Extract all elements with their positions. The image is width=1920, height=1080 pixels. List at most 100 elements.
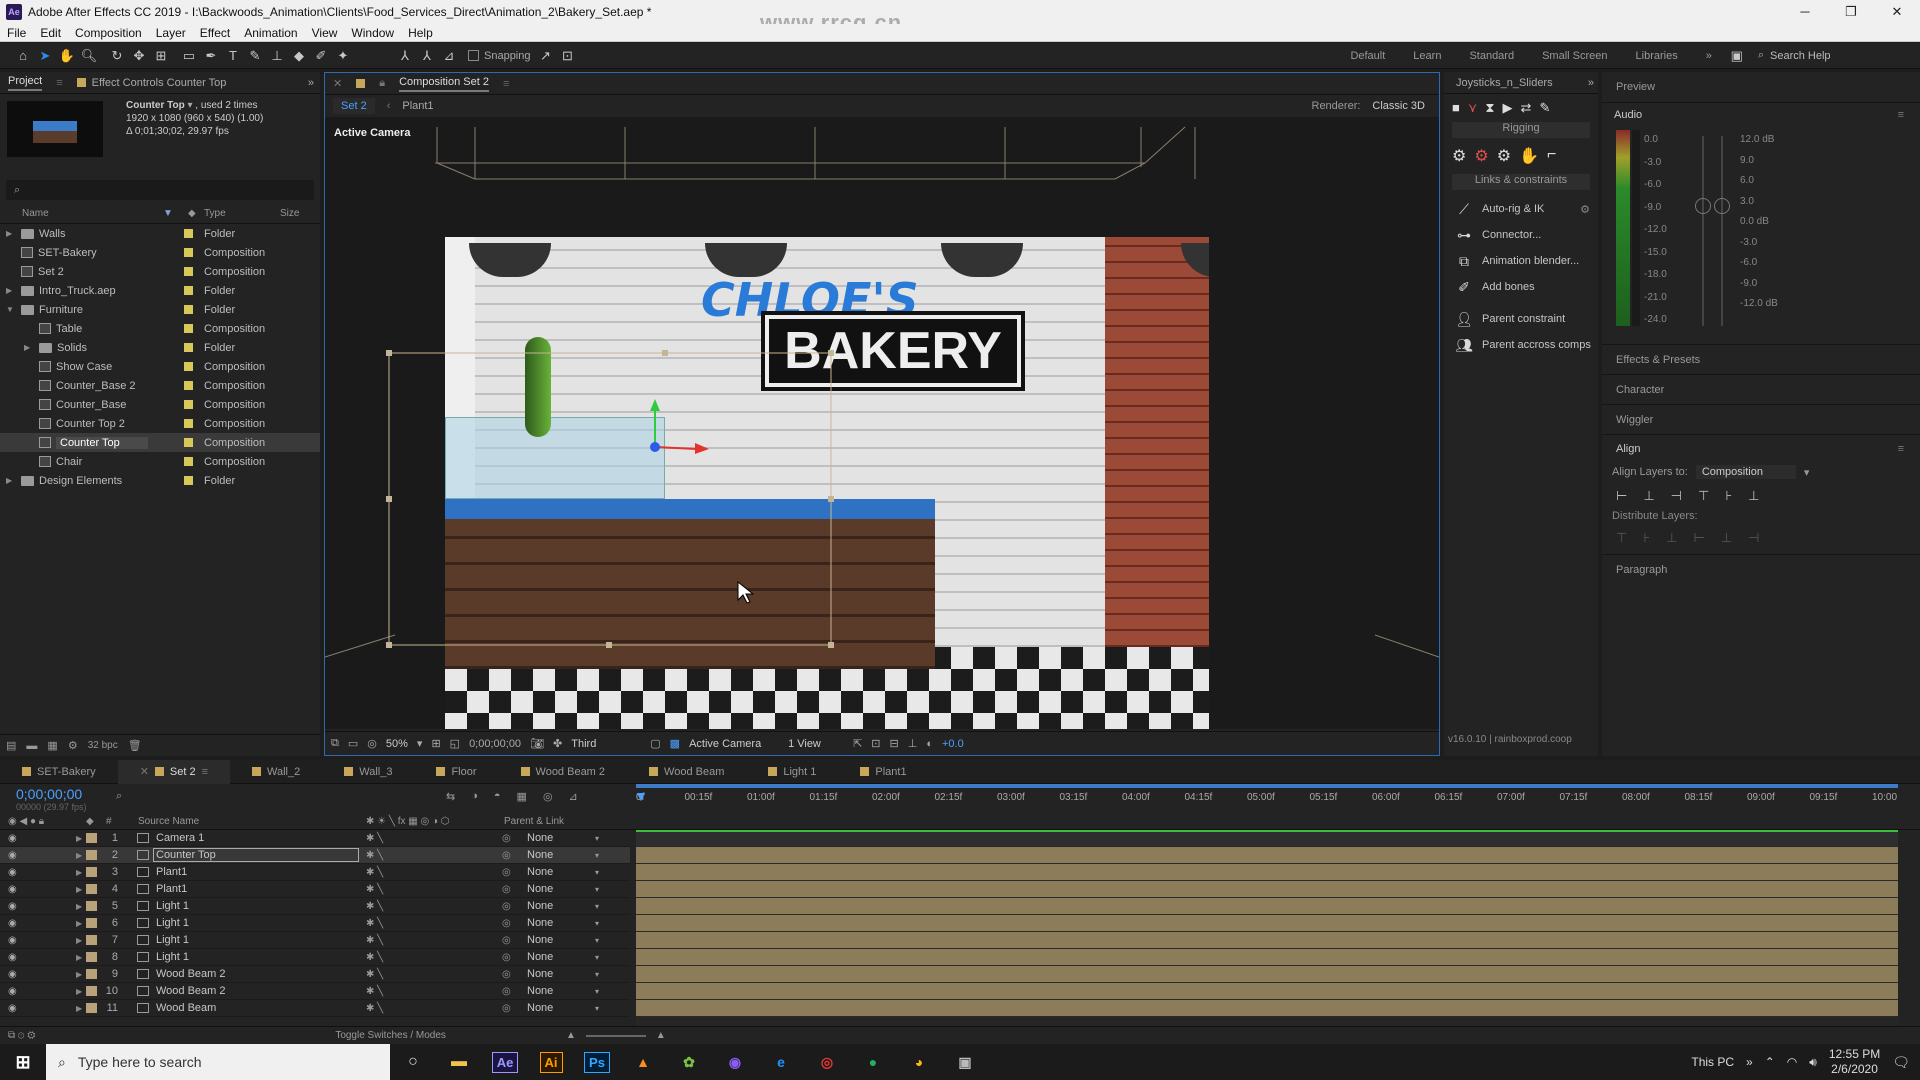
source-name-header[interactable]: Source Name <box>138 816 199 827</box>
wiggler-section[interactable]: Wiggler <box>1602 404 1920 434</box>
align-right-icon[interactable]: ⊣ <box>1671 488 1682 504</box>
layer-name[interactable]: Plant1 <box>156 883 187 895</box>
visibility-eye-icon[interactable]: ◉ <box>8 952 17 963</box>
align-left-icon[interactable]: ⊢ <box>1616 488 1627 504</box>
chevron-down-icon[interactable]: ▾ <box>595 919 599 928</box>
chevron-down-icon[interactable]: ▾ <box>595 953 599 962</box>
grid-icon[interactable]: ⊞ <box>431 737 440 750</box>
align-to-dropdown[interactable]: Composition <box>1695 465 1796 479</box>
snap-grid-icon[interactable]: ⊡ <box>557 45 579 67</box>
layer-name[interactable]: Wood Beam 2 <box>156 968 226 980</box>
new-folder-icon[interactable]: ▬ <box>26 740 37 752</box>
expand-arrow-icon[interactable]: ▶ <box>6 286 16 295</box>
label-color-swatch[interactable] <box>184 286 193 295</box>
timeline-zoom-slider[interactable] <box>585 1034 646 1037</box>
snapping-checkbox[interactable] <box>468 50 479 61</box>
view-axis-icon[interactable]: ⊿ <box>438 45 460 67</box>
label-color-swatch[interactable] <box>184 438 193 447</box>
wrench-icon[interactable]: ✎ <box>1539 100 1550 116</box>
timeline-current-time[interactable]: 0;00;00;00 <box>16 786 82 802</box>
expand-arrow-icon[interactable]: ▶ <box>76 919 82 928</box>
show-channel-icon[interactable]: ✤ <box>553 737 562 750</box>
parent-pickwhip-icon[interactable]: ◎ <box>502 884 511 895</box>
parent-pickwhip-icon[interactable]: ◎ <box>502 867 511 878</box>
layer-name[interactable]: Wood Beam 2 <box>156 985 226 997</box>
type-tool-icon[interactable]: T <box>222 45 244 67</box>
layer-row[interactable]: ◉ 8 Light 1 ✱ ╲ ◎ None ▾ ▶ <box>0 949 630 966</box>
close-button[interactable]: ✕ <box>1874 4 1920 20</box>
timeline-icon[interactable]: ⊟ <box>890 737 899 750</box>
layer-duration-bar[interactable] <box>636 966 1898 983</box>
timeline-tab[interactable]: Wood Beam <box>627 766 746 778</box>
graph-editor-icon[interactable]: ⊿ <box>569 790 578 803</box>
network-icon[interactable]: ◠ <box>1787 1055 1797 1069</box>
exposure-icon[interactable]: ◐ <box>926 738 933 750</box>
project-item[interactable]: ▶ Intro_Truck.aep Folder <box>0 281 320 300</box>
breadcrumb-plant1[interactable]: Plant1 <box>402 100 433 112</box>
renderer-value[interactable]: Classic 3D <box>1372 100 1425 112</box>
timeline-tab[interactable]: Wall_3 <box>322 766 414 778</box>
playhead-icon[interactable]: ▼ <box>634 788 648 810</box>
layer-duration-bar[interactable] <box>636 932 1898 949</box>
parent-pickwhip-icon[interactable]: ◎ <box>502 918 511 929</box>
layer-switches[interactable]: ✱ ╲ <box>366 1003 383 1014</box>
illustrator-taskbar-icon[interactable]: Ai <box>528 1044 574 1080</box>
clock-date[interactable]: 2/6/2020 <box>1829 1062 1880 1077</box>
expand-arrow-icon[interactable]: ▶ <box>76 953 82 962</box>
file-explorer-icon[interactable]: ▬ <box>436 1044 482 1080</box>
expand-arrow-icon[interactable]: ▶ <box>76 868 82 877</box>
preview-section[interactable]: Preview <box>1602 72 1920 102</box>
workspace-small-screen[interactable]: Small Screen <box>1542 50 1607 62</box>
label-color-swatch[interactable] <box>184 324 193 333</box>
flowchart-icon[interactable]: ⊥ <box>908 737 918 750</box>
minimize-button[interactable]: ─ <box>1782 4 1828 20</box>
monitor-icon[interactable]: ▭ <box>348 737 358 750</box>
windows-start-icon[interactable]: ⊞ <box>0 1044 46 1080</box>
visibility-eye-icon[interactable]: ◉ <box>8 969 17 980</box>
parent-dropdown[interactable]: None <box>527 934 553 946</box>
label-column-icon[interactable]: ◆ <box>188 208 196 219</box>
layer-switches[interactable]: ✱ ╲ <box>366 850 383 861</box>
parent-link-header[interactable]: Parent & Link <box>504 816 564 827</box>
label-color-swatch[interactable] <box>184 419 193 428</box>
workspace-more-button[interactable]: » <box>1706 50 1712 62</box>
tray-up-icon[interactable]: ⌃ <box>1765 1055 1775 1069</box>
timeline-tab[interactable]: Wall_2 <box>230 766 322 778</box>
layer-switches[interactable]: ✱ ╲ <box>366 952 383 963</box>
layer-row[interactable]: ◉ 7 Light 1 ✱ ╲ ◎ None ▾ ▶ <box>0 932 630 949</box>
expand-arrow-icon[interactable]: ▼ <box>6 305 16 314</box>
project-item[interactable]: Chair Composition <box>0 452 320 471</box>
paragraph-section[interactable]: Paragraph <box>1602 554 1920 584</box>
project-item[interactable]: ▶ Walls Folder <box>0 224 320 243</box>
photoshop-taskbar-icon[interactable]: Ps <box>574 1044 620 1080</box>
chevron-down-icon[interactable]: ▾ <box>595 987 599 996</box>
align-bottom-icon[interactable]: ⊥ <box>1748 488 1759 504</box>
layer-row[interactable]: ◉ 3 Plant1 ✱ ╲ ◎ None ▾ ▶ <box>0 864 630 881</box>
transparency-grid-icon[interactable]: ▩ <box>670 737 680 750</box>
column-name-header[interactable]: Name <box>22 208 49 219</box>
layer-switches[interactable]: ✱ ╲ <box>366 833 383 844</box>
visibility-eye-icon[interactable]: ◉ <box>8 850 17 861</box>
zoom-dropdown[interactable]: 50% <box>386 738 408 750</box>
expand-arrow-icon[interactable]: ▶ <box>76 1004 82 1013</box>
layer-duration-bar[interactable] <box>636 881 1898 898</box>
after-effects-taskbar-icon[interactable]: Ae <box>482 1044 528 1080</box>
effects-presets-section[interactable]: Effects & Presets <box>1602 344 1920 374</box>
visibility-eye-icon[interactable]: ◉ <box>8 918 17 929</box>
layer-row[interactable]: ◉ 4 Plant1 ✱ ╲ ◎ None ▾ ▶ <box>0 881 630 898</box>
visibility-eye-icon[interactable]: ◉ <box>8 867 17 878</box>
expand-arrow-icon[interactable]: ▶ <box>76 834 82 843</box>
layer-label-color[interactable] <box>86 918 97 928</box>
visibility-eye-icon[interactable]: ◉ <box>8 1003 17 1014</box>
puppet-tool-icon[interactable]: ✦ <box>332 45 354 67</box>
character-section[interactable]: Character <box>1602 374 1920 404</box>
label-color-swatch[interactable] <box>184 343 193 352</box>
layer-name[interactable]: Light 1 <box>156 900 189 912</box>
layer-duration-bar[interactable] <box>636 983 1898 1000</box>
local-axis-icon[interactable]: ⅄ <box>394 45 416 67</box>
snap-option-icon[interactable]: ↗ <box>535 45 557 67</box>
expand-arrow-icon[interactable]: ▶ <box>76 936 82 945</box>
layer-switches[interactable]: ✱ ╲ <box>366 867 383 878</box>
layer-switches[interactable]: ✱ ╲ <box>366 986 383 997</box>
chevron-down-icon[interactable]: ▾ <box>595 834 599 843</box>
